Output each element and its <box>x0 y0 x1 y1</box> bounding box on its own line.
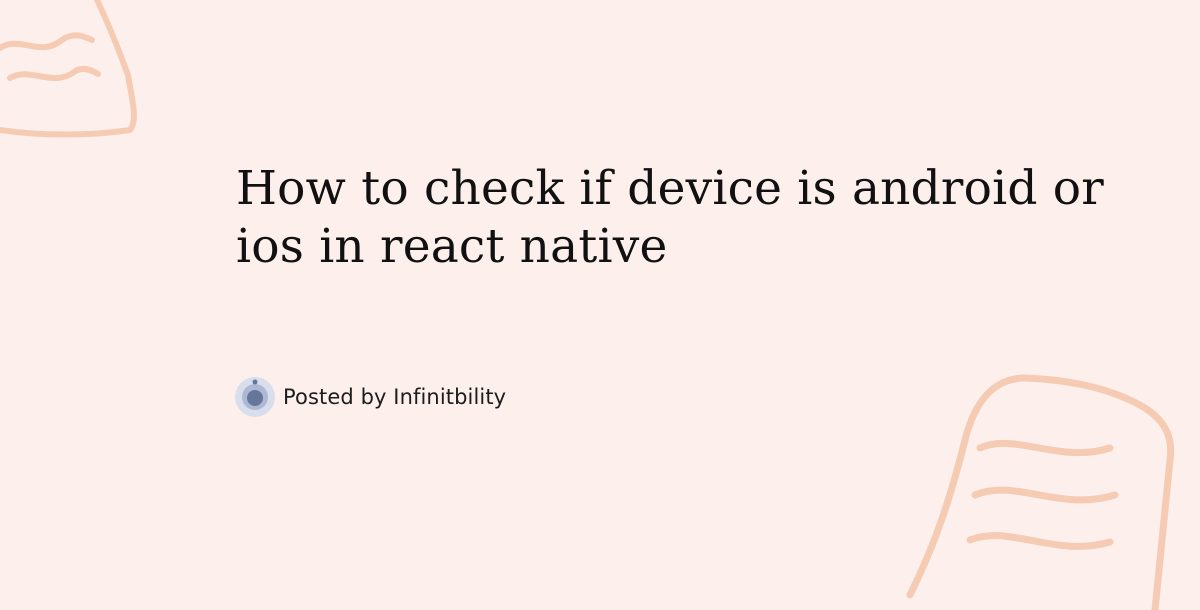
decorative-doodle-top-left-icon <box>0 0 137 138</box>
author-avatar-icon <box>235 377 275 417</box>
decorative-doodle-bottom-right-icon <box>906 374 1175 610</box>
post-title: How to check if device is android or ios… <box>236 161 1104 274</box>
author-byline: Posted by Infinitbility <box>234 376 506 418</box>
posted-by-text: Posted by Infinitbility <box>283 385 507 409</box>
